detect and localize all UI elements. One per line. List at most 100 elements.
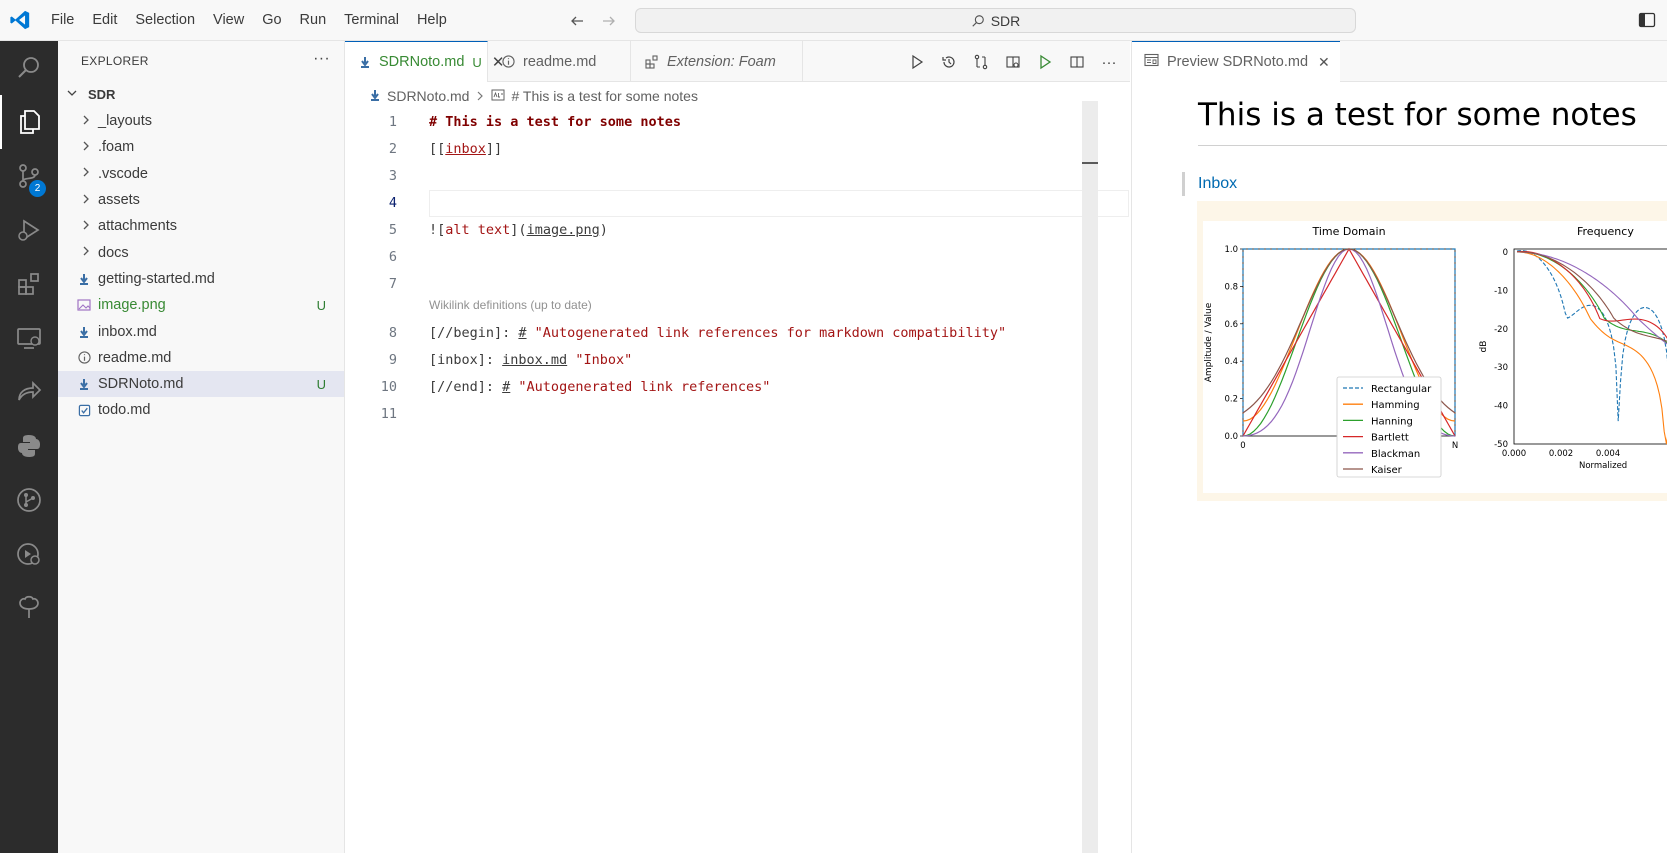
line-number: 9 xyxy=(388,352,397,368)
markdown-file-icon xyxy=(77,272,91,286)
link-ref-url[interactable]: # xyxy=(518,325,526,341)
y-axis-label: Amplitude / Value xyxy=(1204,302,1214,382)
image-alt-text: alt text xyxy=(445,222,511,238)
image-syntax: ) xyxy=(599,222,608,238)
git-graph-activity[interactable] xyxy=(0,473,58,527)
y-tick-label: 1.0 xyxy=(1224,245,1238,255)
run-icon[interactable] xyxy=(906,51,928,73)
line-number: 6 xyxy=(388,249,397,265)
extensions-icon xyxy=(18,273,39,295)
run-debug-icon xyxy=(18,219,40,241)
line-number: 2 xyxy=(388,141,397,157)
compare-changes-icon[interactable] xyxy=(970,51,992,73)
tree-file[interactable]: getting-started.md xyxy=(58,266,344,292)
link-ref-url[interactable]: inbox.md xyxy=(502,352,567,368)
tree-item-label: readme.md xyxy=(98,349,172,366)
line-number: 8 xyxy=(388,325,397,341)
menu-terminal[interactable]: Terminal xyxy=(335,0,408,41)
link-ref-title: "Autogenerated link references for markd… xyxy=(526,325,1007,341)
tree-file[interactable]: image.png U xyxy=(58,292,344,318)
x-tick-label: 0 xyxy=(1240,441,1245,451)
line-number: 10 xyxy=(380,379,397,395)
open-preview-side-icon[interactable] xyxy=(1002,51,1024,73)
tree-folder[interactable]: .vscode xyxy=(58,161,344,187)
tab-git-status: U xyxy=(472,54,482,70)
chevron-right-icon xyxy=(80,219,92,234)
y-tick-label: -10 xyxy=(1494,286,1508,296)
source-control-activity[interactable]: 2 xyxy=(0,149,58,203)
tree-folder[interactable]: .foam xyxy=(58,134,344,160)
line-number: 4 xyxy=(388,195,397,211)
menu-edit[interactable]: Edit xyxy=(83,0,126,41)
tree-file[interactable]: readme.md xyxy=(58,345,344,371)
menu-selection[interactable]: Selection xyxy=(126,0,204,41)
wikilink-target[interactable]: inbox xyxy=(445,141,486,157)
menu-run[interactable]: Run xyxy=(291,0,336,41)
menu-go[interactable]: Go xyxy=(253,0,290,41)
preview-tabs: Preview SDRNoto.md ✕ xyxy=(1132,41,1667,82)
tree-item-label: .vscode xyxy=(98,165,148,182)
close-icon[interactable]: ✕ xyxy=(1318,54,1330,71)
remote-explorer-icon xyxy=(17,328,41,349)
run-green-icon[interactable] xyxy=(1034,51,1056,73)
more-actions-icon[interactable]: ··· xyxy=(313,50,330,68)
codelens-wikilink-definitions[interactable]: Wikilink definitions (up to date) xyxy=(429,298,592,312)
markdown-file-icon xyxy=(369,88,381,104)
forward-arrow-icon[interactable] xyxy=(598,10,620,32)
menu-help[interactable]: Help xyxy=(408,0,456,41)
code-line: 6 xyxy=(345,244,1130,271)
x-axis-label: Normalized xyxy=(1579,461,1627,471)
tree-file[interactable]: SDRNoto.md U xyxy=(58,370,344,398)
image-url[interactable]: image.png xyxy=(527,222,600,238)
line-number: 3 xyxy=(388,168,397,184)
tree-folder[interactable]: attachments xyxy=(58,213,344,239)
live-share-activity[interactable] xyxy=(0,365,58,419)
python-activity[interactable] xyxy=(0,419,58,473)
title-bar: File Edit Selection View Go Run Terminal… xyxy=(0,0,1667,41)
line-number: 7 xyxy=(388,276,397,292)
code-line: 11 xyxy=(345,401,1130,428)
explorer-sidebar: EXPLORER ··· SDR _layouts .foam .vscode ass… xyxy=(58,41,345,853)
explorer-activity[interactable] xyxy=(0,95,58,149)
tree-folder[interactable]: assets xyxy=(58,187,344,213)
search-activity[interactable] xyxy=(0,41,58,95)
breadcrumb-file[interactable]: SDRNoto.md xyxy=(387,88,469,104)
menu-view[interactable]: View xyxy=(204,0,253,41)
source-control-badge: 2 xyxy=(29,180,46,197)
inbox-link[interactable]: Inbox xyxy=(1198,175,1237,192)
tree-folder[interactable]: docs xyxy=(58,239,344,265)
code-line: 8 [//begin]: # "Autogenerated link refer… xyxy=(345,320,1130,347)
timeline-icon[interactable] xyxy=(938,51,960,73)
tree-file[interactable]: todo.md xyxy=(58,397,344,423)
extensions-activity[interactable] xyxy=(0,257,58,311)
heading-rule xyxy=(1198,145,1667,146)
remote-explorer-activity[interactable] xyxy=(0,311,58,365)
tab-readme[interactable]: readme.md xyxy=(488,41,631,82)
y-tick-label: 0.6 xyxy=(1224,320,1238,330)
workspace-root-folder[interactable]: SDR xyxy=(58,81,344,108)
line-number: 11 xyxy=(380,406,397,422)
run-debug-activity[interactable] xyxy=(0,203,58,257)
tree-folder[interactable]: _layouts xyxy=(58,108,344,134)
activity-bar: 2 xyxy=(0,41,58,853)
editor-scrollbar[interactable] xyxy=(1082,101,1098,853)
foam-activity[interactable] xyxy=(0,581,58,635)
back-arrow-icon[interactable] xyxy=(566,10,588,32)
more-actions-icon[interactable]: ··· xyxy=(1098,51,1120,73)
current-line-highlight xyxy=(429,190,1129,217)
command-center[interactable]: SDR xyxy=(635,8,1356,33)
toggle-sidebar-icon[interactable] xyxy=(1637,10,1657,30)
y-axis-label: dB xyxy=(1479,341,1489,353)
tree-file[interactable]: inbox.md xyxy=(58,318,344,344)
code-line: 2 [[inbox]] xyxy=(345,136,1130,163)
tab-preview-sdrnoto[interactable]: Preview SDRNoto.md ✕ xyxy=(1132,41,1340,82)
legend-label: Hamming xyxy=(1371,400,1420,411)
link-ref-title: "Inbox" xyxy=(567,352,633,368)
split-editor-icon[interactable] xyxy=(1066,51,1088,73)
github-actions-activity[interactable] xyxy=(0,527,58,581)
markdown-file-icon xyxy=(359,56,371,68)
breadcrumb-symbol[interactable]: # This is a test for some notes xyxy=(511,88,698,104)
menu-file[interactable]: File xyxy=(42,0,83,41)
tab-sdrnoto[interactable]: SDRNoto.md U ✕ xyxy=(345,41,504,82)
tab-extension-foam[interactable]: Extension: Foam xyxy=(631,41,803,82)
